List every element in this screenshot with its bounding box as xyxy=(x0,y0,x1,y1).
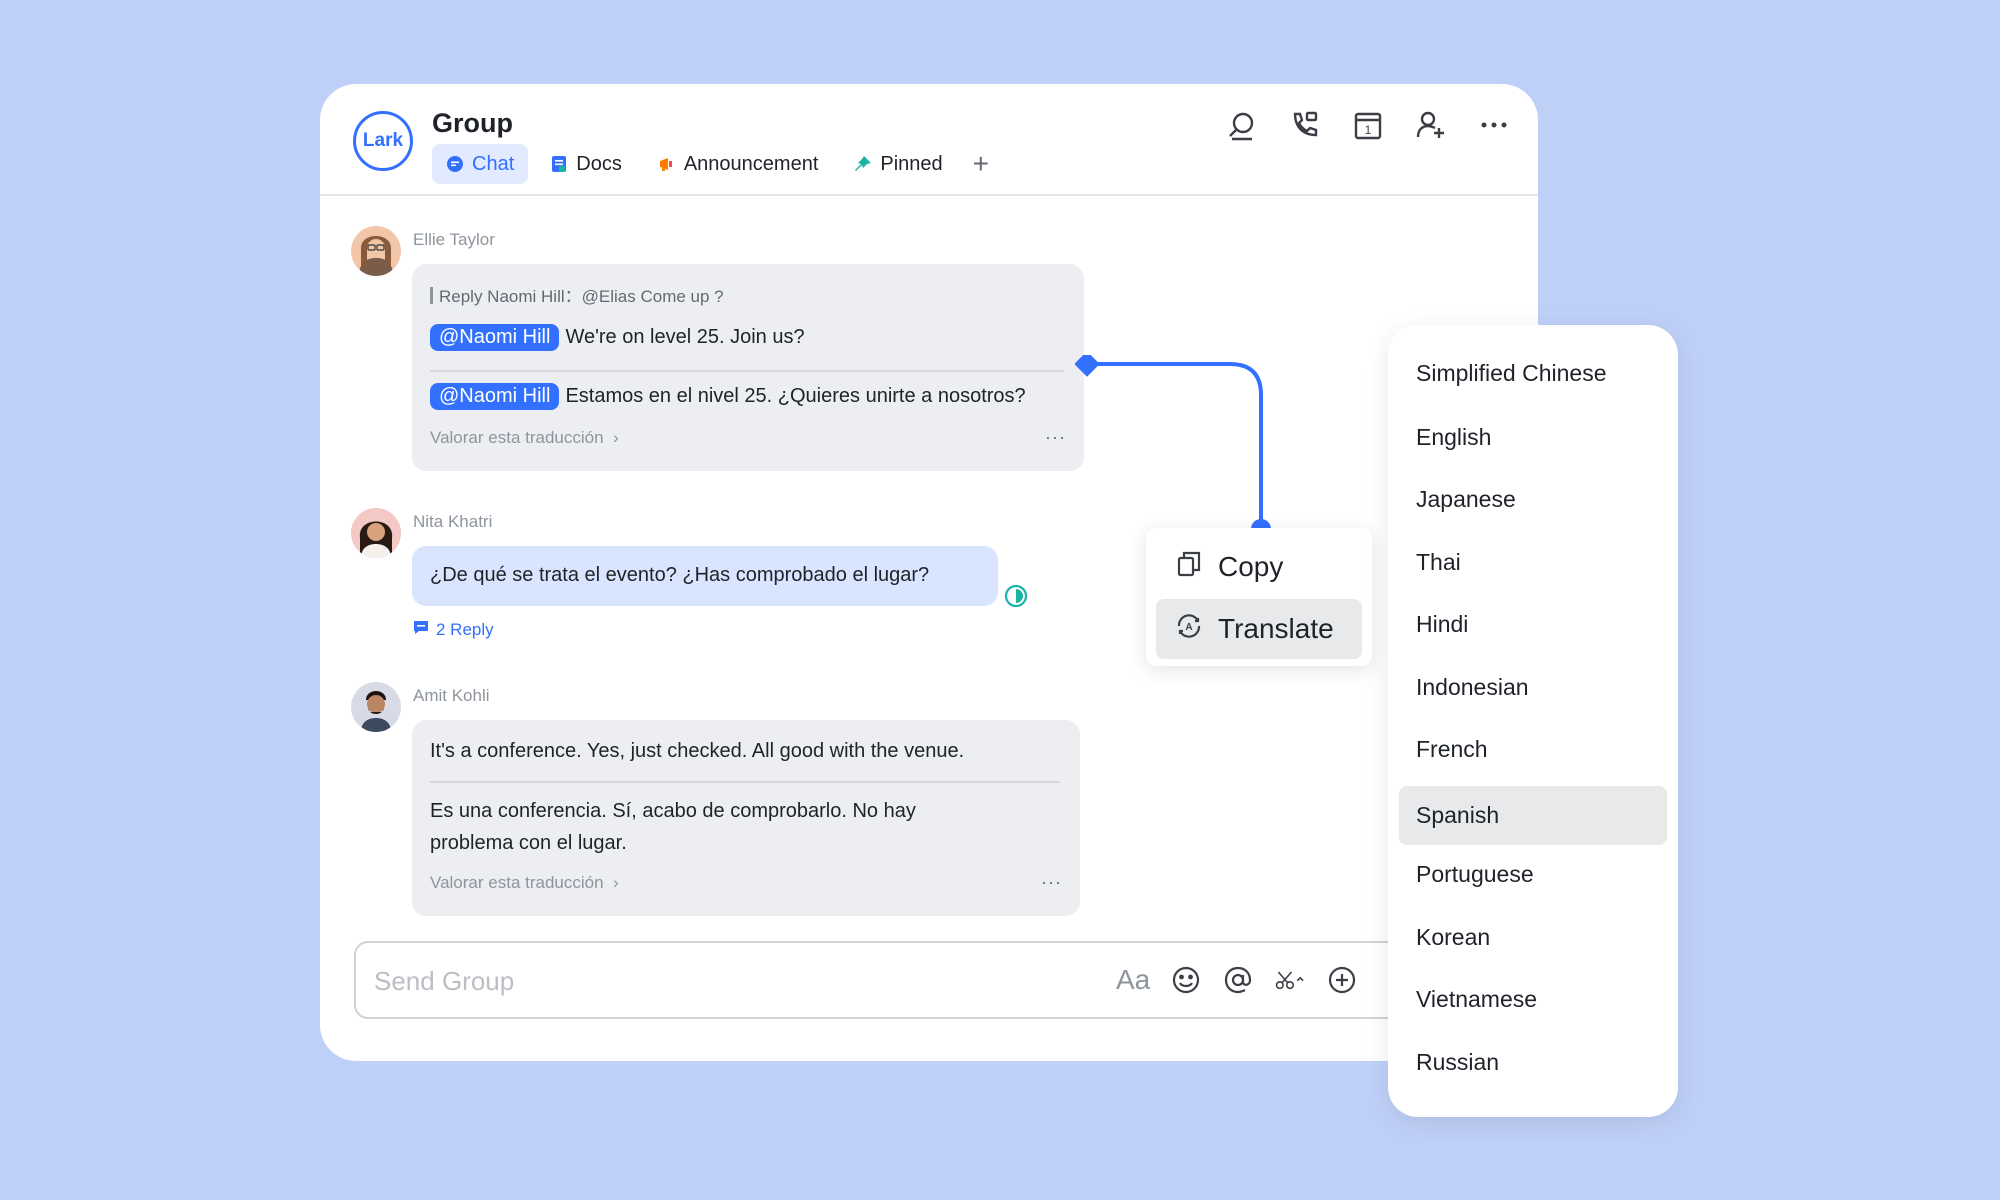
original-text: It's a conference. Yes, just checked. Al… xyxy=(430,740,965,762)
megaphone-icon xyxy=(658,155,676,173)
message-text: We're on level 25. Join us? xyxy=(565,326,805,348)
avatar[interactable] xyxy=(351,508,401,558)
mention-tag[interactable]: @Naomi Hill xyxy=(430,324,560,351)
sender-name: Amit Kohli xyxy=(413,686,490,705)
thread-icon xyxy=(412,618,430,641)
rate-translation-link[interactable]: Valorar esta traducción › xyxy=(430,873,619,893)
translated-text-line-2: problema con el lugar. xyxy=(430,832,627,854)
language-option[interactable]: Portuguese xyxy=(1399,845,1667,904)
message-more-button[interactable]: ··· xyxy=(1045,427,1066,448)
sender-name: Ellie Taylor xyxy=(413,230,495,249)
reply-prefix: Reply Naomi Hill： xyxy=(439,287,582,306)
group-title: Group xyxy=(432,108,513,138)
reply-text: @Elias Come up ? xyxy=(581,287,724,306)
tab-announcement[interactable]: Announcement xyxy=(644,144,833,184)
chat-header: Lark Group Chat Docs Announcement Pinned… xyxy=(320,84,1538,196)
tab-bar: Chat Docs Announcement Pinned + xyxy=(432,144,997,184)
chat-bubble-icon xyxy=(446,155,464,173)
tab-chat[interactable]: Chat xyxy=(432,144,529,184)
tab-docs[interactable]: Docs xyxy=(536,144,636,184)
language-option[interactable]: Korean xyxy=(1399,908,1667,967)
tab-label: Pinned xyxy=(880,152,943,175)
tab-label: Docs xyxy=(576,152,622,175)
search-icon[interactable] xyxy=(1225,108,1258,141)
language-option-selected[interactable]: Spanish xyxy=(1399,786,1667,845)
header-actions: 1 xyxy=(1225,108,1510,141)
connector-line xyxy=(1075,355,1271,539)
message-more-button[interactable]: ··· xyxy=(1041,872,1062,893)
composer-toolbar: Aa xyxy=(1116,963,1358,997)
text-format-button[interactable]: Aa xyxy=(1116,963,1150,997)
pin-icon xyxy=(854,155,872,173)
language-option[interactable]: Hindi xyxy=(1399,595,1667,654)
copy-menu-item[interactable]: Copy xyxy=(1156,537,1362,597)
translation-text: Estamos en el nivel 25. ¿Quieres unirte … xyxy=(565,385,1026,407)
translate-menu-item[interactable]: A Translate xyxy=(1156,599,1362,659)
translation-divider xyxy=(430,781,1060,783)
language-option[interactable]: Vietnamese xyxy=(1399,970,1667,1029)
translated-text: @Naomi Hill Estamos en el nivel 25. ¿Quie… xyxy=(430,383,1026,410)
phone-icon[interactable] xyxy=(1288,108,1321,141)
translate-icon: A xyxy=(1174,611,1204,648)
rate-translation-link[interactable]: Valorar esta traducción › xyxy=(430,428,619,448)
add-attachment-icon[interactable] xyxy=(1326,963,1358,997)
screenshot-icon[interactable] xyxy=(1274,963,1306,997)
svg-text:A: A xyxy=(1185,622,1192,633)
sender-name: Nita Khatri xyxy=(413,512,493,531)
mention-tag[interactable]: @Naomi Hill xyxy=(430,383,560,410)
avatar[interactable] xyxy=(351,226,401,276)
message-text: ¿De qué se trata el evento? ¿Has comprob… xyxy=(430,564,930,586)
chevron-right-icon: › xyxy=(608,428,619,447)
chevron-right-icon: › xyxy=(608,873,619,892)
emoji-icon[interactable] xyxy=(1170,963,1202,997)
tab-pinned[interactable]: Pinned xyxy=(840,144,956,184)
tab-label: Announcement xyxy=(683,152,819,175)
language-menu: Simplified Chinese English Japanese Thai… xyxy=(1388,325,1678,1117)
message-bubble[interactable]: Reply Naomi Hill：@Elias Come up ? @Naomi… xyxy=(412,264,1084,471)
translation-divider xyxy=(430,370,1064,372)
thread-reply-link[interactable]: 2 Reply xyxy=(412,618,494,641)
message-input[interactable] xyxy=(374,961,1054,1001)
avatar[interactable] xyxy=(351,682,401,732)
message-bubble[interactable]: ¿De qué se trata el evento? ¿Has comprob… xyxy=(412,546,998,606)
language-option[interactable]: Simplified Chinese xyxy=(1399,344,1667,403)
reply-quote[interactable]: Reply Naomi Hill：@Elias Come up ? xyxy=(430,282,724,307)
tab-label: Chat xyxy=(472,152,515,175)
calendar-icon[interactable]: 1 xyxy=(1351,108,1384,141)
svg-text:1: 1 xyxy=(1364,123,1371,137)
language-option[interactable]: French xyxy=(1399,720,1667,779)
read-status-icon xyxy=(1004,584,1028,608)
message-context-menu: Copy A Translate xyxy=(1146,528,1372,666)
language-option[interactable]: Thai xyxy=(1399,533,1667,592)
lark-logo: Lark xyxy=(353,111,413,171)
more-icon[interactable] xyxy=(1477,108,1510,141)
add-member-icon[interactable] xyxy=(1414,108,1447,141)
translated-text-line-1: Es una conferencia. Sí, acabo de comprob… xyxy=(430,800,916,822)
mention-icon[interactable] xyxy=(1222,963,1254,997)
language-option[interactable]: Indonesian xyxy=(1399,658,1667,717)
language-option[interactable]: Japanese xyxy=(1399,470,1667,529)
add-tab-button[interactable]: + xyxy=(965,148,997,180)
original-text: @Naomi Hill We're on level 25. Join us? xyxy=(430,324,805,351)
message-bubble[interactable]: It's a conference. Yes, just checked. Al… xyxy=(412,720,1080,916)
language-option[interactable]: English xyxy=(1399,408,1667,467)
copy-icon xyxy=(1174,549,1204,586)
language-option[interactable]: Russian xyxy=(1399,1033,1667,1092)
doc-icon xyxy=(550,155,568,173)
message-composer: Aa xyxy=(354,941,1474,1019)
